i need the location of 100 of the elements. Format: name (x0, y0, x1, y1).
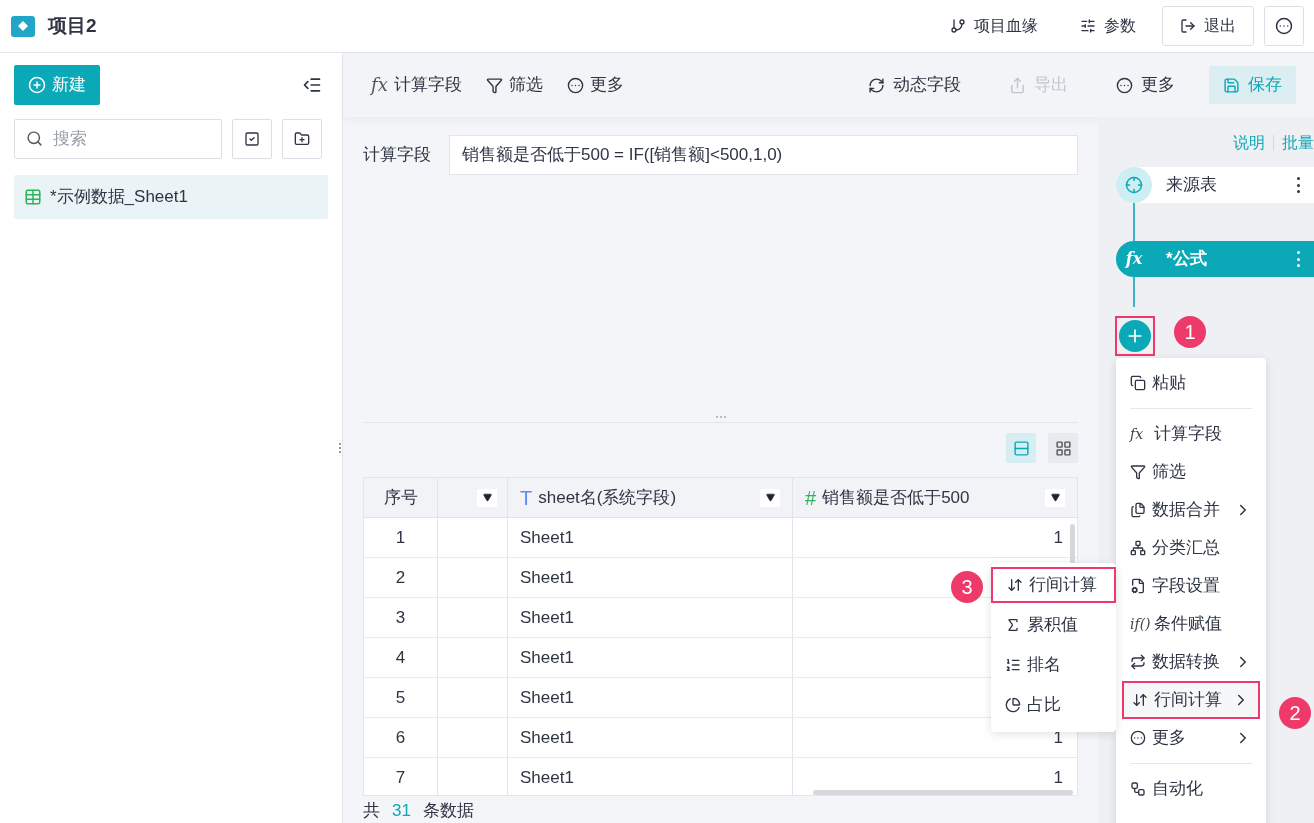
dropdown-icon[interactable] (477, 488, 497, 507)
collapse-icon[interactable] (302, 75, 322, 95)
total-label: 条数据 (422, 799, 474, 822)
filter-icon (1130, 464, 1146, 480)
header-button[interactable]: 退出 (1162, 6, 1254, 46)
formula-field[interactable]: 销售额是否低于500 = IF([销售额]<500,1,0) (449, 135, 1078, 175)
vertical-scrollbar[interactable] (1070, 524, 1075, 564)
filter-icon (485, 76, 503, 94)
dropdown-icon[interactable] (1045, 488, 1065, 507)
header-action-icon (1180, 18, 1196, 34)
sigma-icon (1005, 617, 1021, 633)
plus-icon (28, 76, 46, 94)
column-header: 销售额是否低于500 (822, 486, 971, 509)
menu-item[interactable]: 行间计算 (1122, 681, 1260, 719)
pie-chart-icon (1005, 697, 1021, 713)
total-label: 共 (363, 799, 380, 822)
function-icon: fx (1130, 427, 1148, 441)
toolbar-icon (1223, 76, 1240, 94)
search-icon (26, 130, 43, 147)
copy-icon (1130, 375, 1146, 391)
menu-item[interactable]: 字段设置 (1122, 567, 1260, 605)
dropdown-icon[interactable] (760, 488, 780, 507)
table-cell: Sheet1 (508, 558, 793, 597)
column-header: 序号 (364, 478, 438, 517)
toolbar-button[interactable]: fx 计算字段 (361, 65, 472, 105)
row-number: 1 (364, 518, 438, 557)
table-cell: Sheet1 (508, 758, 793, 795)
table-cell-text: 1 (1053, 766, 1063, 789)
menu-item[interactable]: 筛选 (1122, 453, 1260, 491)
menu-item[interactable]: 数据转换 (1122, 643, 1260, 681)
checkbox-icon (244, 131, 260, 147)
menu-item[interactable]: 累积值 (991, 607, 1116, 643)
add-step-button[interactable] (1115, 316, 1155, 356)
table-cell-text: 1 (1053, 526, 1063, 549)
header-action-icon (1080, 18, 1096, 34)
grid-view-button[interactable] (1048, 433, 1078, 463)
total-count: 31 (392, 799, 411, 822)
arrows-icon (1132, 692, 1148, 708)
workflow-icon (1130, 781, 1146, 797)
new-folder-button[interactable] (282, 119, 322, 159)
formula-label: 计算字段 (363, 144, 431, 167)
horizontal-scrollbar[interactable] (813, 789, 1073, 795)
table-cell: Sheet1 (508, 598, 793, 637)
function-icon: fx (371, 76, 388, 94)
toolbar-icon (1009, 76, 1026, 94)
row-number: 2 (364, 558, 438, 597)
toolbar-button[interactable]: 筛选 (475, 65, 553, 105)
repeat-icon (1130, 654, 1146, 670)
table-cell: Sheet1 (508, 678, 793, 717)
crosshair-icon (1125, 176, 1143, 194)
toolbar-button[interactable]: 更多 (1102, 66, 1189, 104)
more-icon (566, 76, 584, 94)
folder-plus-icon (294, 131, 310, 147)
toolbar-button[interactable]: 动态字段 (854, 66, 975, 104)
table-list-item[interactable]: *示例数据_Sheet1 (14, 175, 328, 219)
menu-item[interactable]: 行间计算 (991, 567, 1116, 603)
toolbar-icon (868, 76, 885, 94)
flow-node[interactable]: 来源表 (1116, 167, 1314, 203)
hierarchy-icon (1130, 540, 1146, 556)
files-icon (1130, 502, 1146, 518)
menu-item[interactable]: 粘贴 (1122, 364, 1260, 402)
table-cell: Sheet1 (508, 638, 793, 677)
search-field[interactable]: 搜索 (14, 119, 222, 159)
row-number: 5 (364, 678, 438, 717)
menu-item[interactable]: fx 计算字段 (1122, 415, 1260, 453)
header-button[interactable]: 参数 (1064, 6, 1152, 46)
menu-item[interactable]: 自动化 (1122, 770, 1260, 808)
arrows-icon (1007, 577, 1023, 593)
check-all-button[interactable] (232, 119, 272, 159)
function-icon: fx (1125, 251, 1143, 267)
table-cell: Sheet1 (508, 518, 793, 557)
splitter-handle-icon[interactable] (339, 443, 341, 453)
function-icon: if() (1130, 617, 1148, 631)
menu-item[interactable]: 排名 (991, 647, 1116, 683)
menu-item[interactable]: 分类汇总 (1122, 529, 1260, 567)
node-menu-icon[interactable] (1296, 177, 1300, 193)
toolbar-button[interactable]: 更多 (556, 65, 634, 105)
more-icon (1130, 730, 1146, 746)
more-button[interactable] (1264, 6, 1304, 46)
header-button[interactable]: 项目血缘 (934, 6, 1054, 46)
function-icon: T (520, 487, 533, 508)
row-number: 6 (364, 718, 438, 757)
list-icon (1005, 657, 1021, 673)
resize-handle-icon[interactable] (715, 416, 726, 418)
file-settings-icon (1130, 578, 1146, 594)
more-icon (1275, 17, 1293, 35)
app-logo-icon (10, 13, 36, 39)
row-number: 3 (364, 598, 438, 637)
project-title: 项目2 (48, 13, 97, 38)
menu-item[interactable]: if() 条件赋值 (1122, 605, 1260, 643)
menu-item[interactable]: 更多 (1122, 719, 1260, 757)
rows-icon (1012, 439, 1030, 457)
menu-item[interactable]: 占比 (991, 687, 1116, 723)
row-number: 7 (364, 758, 438, 795)
menu-item[interactable]: 数据合并 (1122, 491, 1260, 529)
grid-icon (1054, 439, 1072, 457)
column-header: sheet名(系统字段) (538, 486, 678, 509)
toolbar-icon (1116, 76, 1133, 94)
row-number: 4 (364, 638, 438, 677)
node-menu-icon[interactable] (1296, 251, 1300, 267)
